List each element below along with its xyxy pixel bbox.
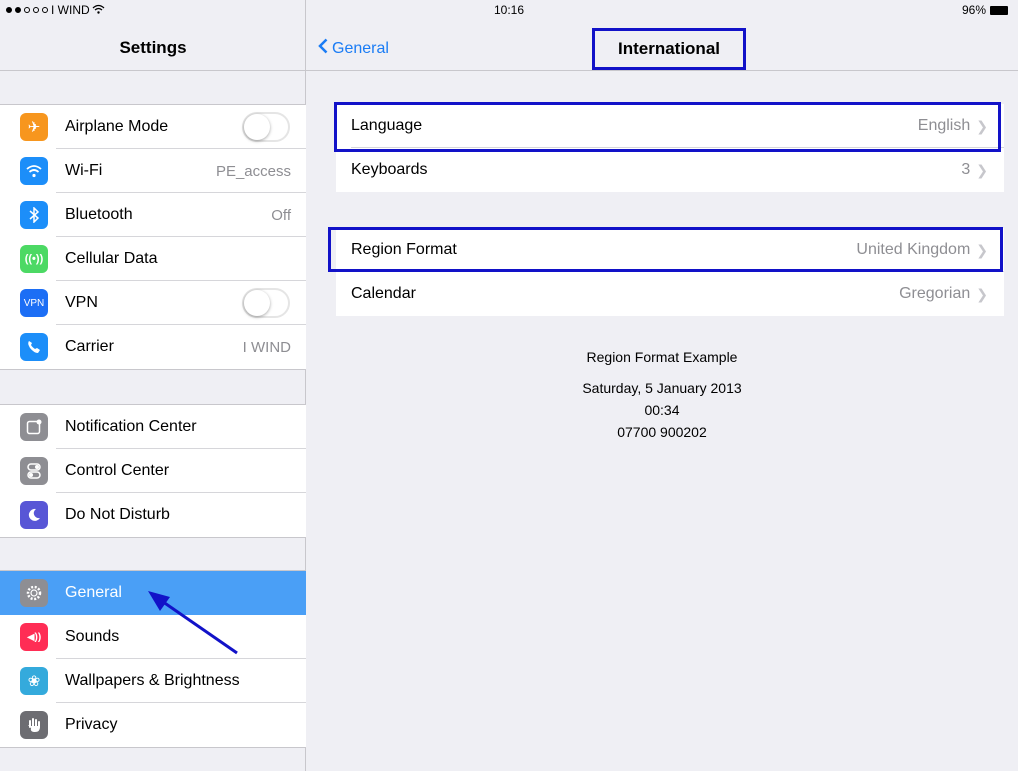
annotation-arrow-icon — [148, 591, 238, 655]
